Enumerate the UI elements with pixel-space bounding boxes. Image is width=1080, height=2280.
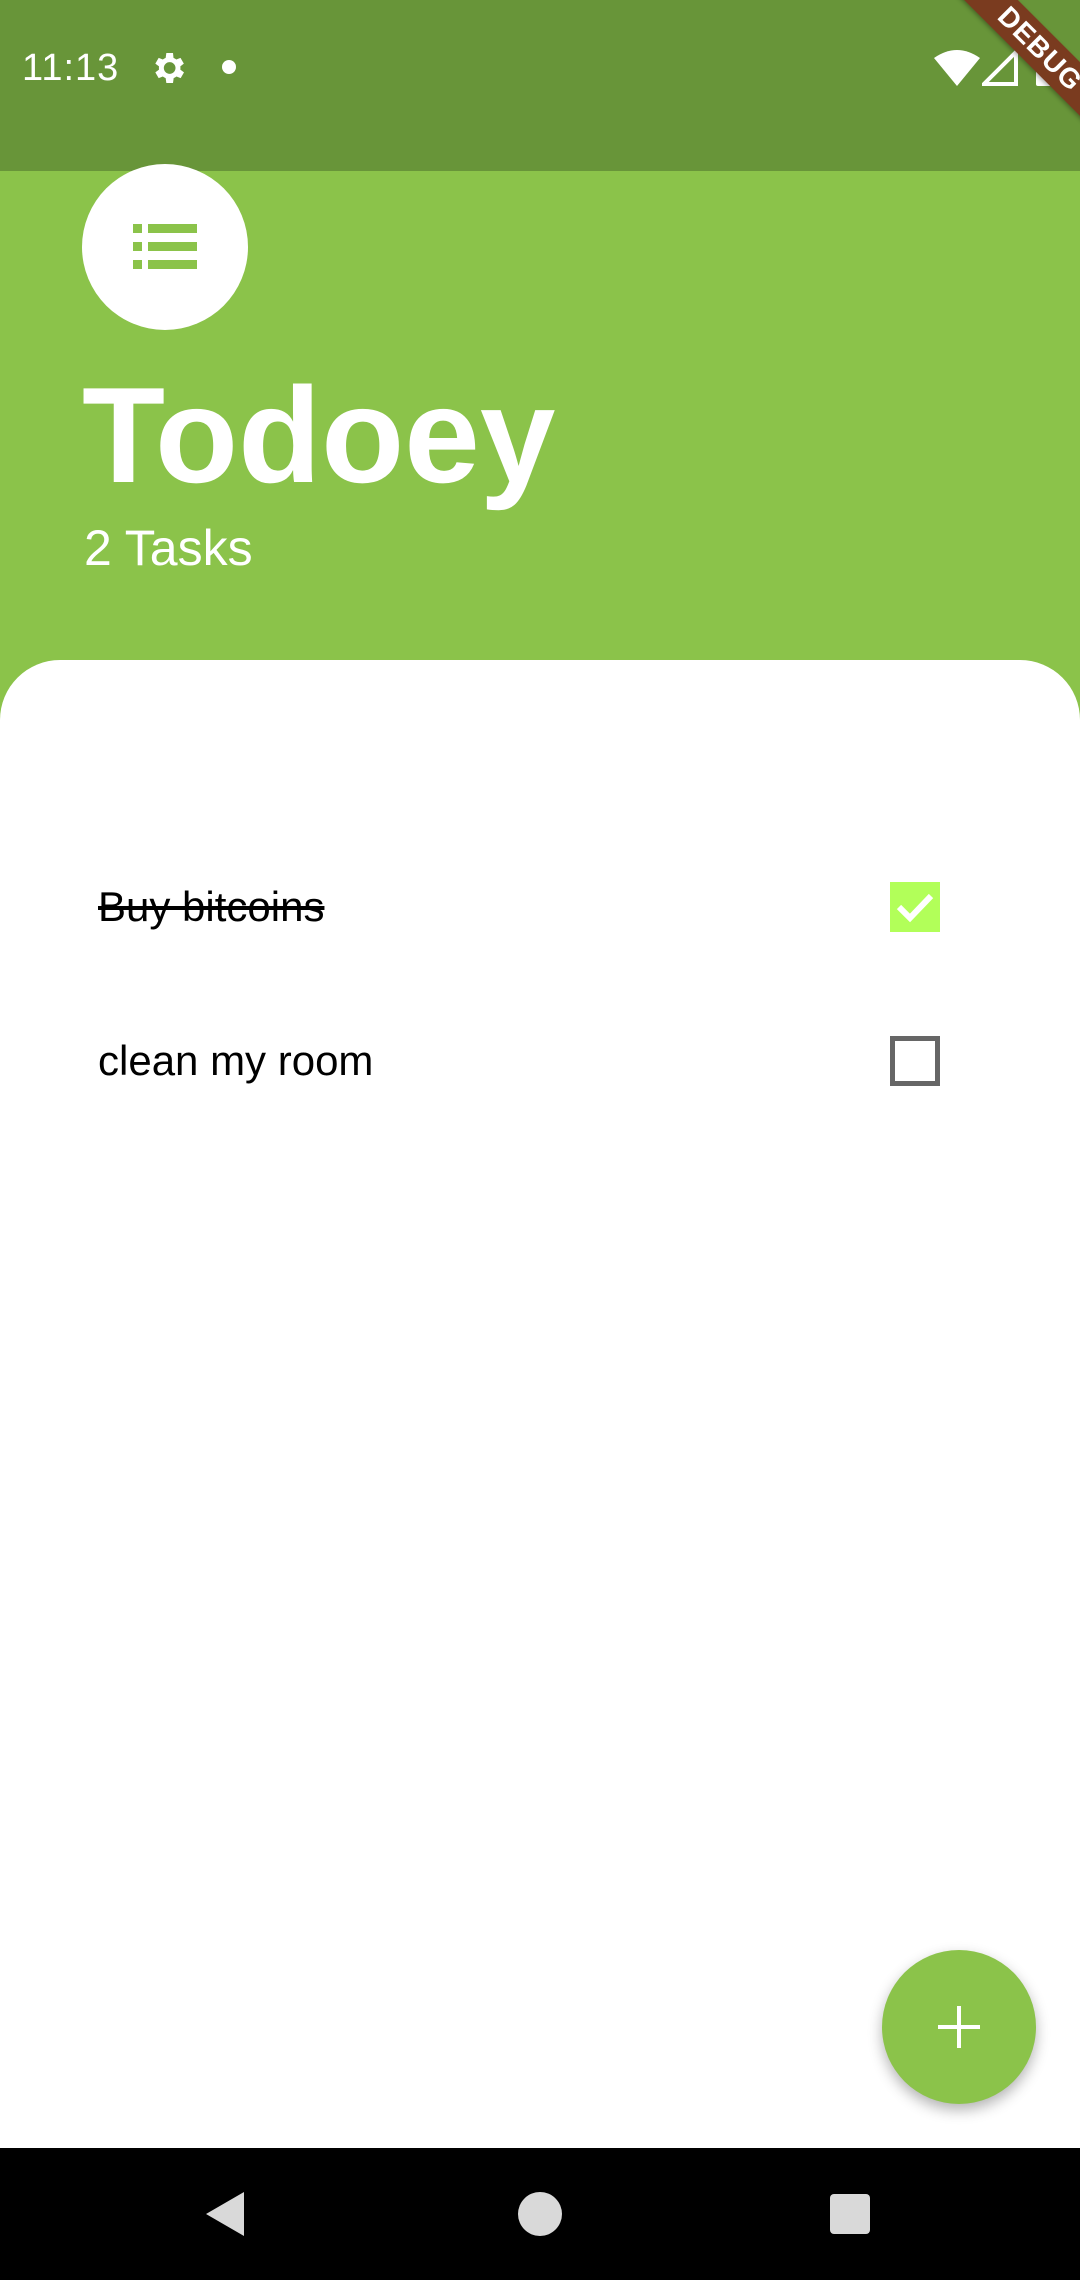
app-screen: 11:13 DEBUG Todoey 2 Tasks Buy bitcoins … <box>0 0 1080 2280</box>
task-item[interactable]: clean my room <box>98 1011 960 1111</box>
check-icon <box>896 893 934 923</box>
wifi-icon <box>934 50 980 86</box>
task-count: 2 Tasks <box>84 520 253 576</box>
recents-icon[interactable] <box>830 2194 870 2234</box>
task-checkbox[interactable] <box>890 1036 940 1086</box>
app-title: Todoey <box>82 359 556 511</box>
signal-icon <box>982 50 1018 86</box>
task-checkbox[interactable] <box>890 882 940 932</box>
task-item[interactable]: Buy bitcoins <box>98 857 960 957</box>
task-label: clean my room <box>98 1037 374 1084</box>
list-icon <box>133 224 197 269</box>
status-time: 11:13 <box>22 47 120 89</box>
gear-icon <box>155 53 184 83</box>
status-bar: 11:13 <box>0 0 1080 171</box>
plus-icon <box>938 2006 980 2048</box>
task-list-sheet: Buy bitcoins clean my room <box>0 660 1080 2148</box>
add-task-button[interactable] <box>882 1950 1036 2104</box>
system-nav-bar <box>0 2148 1080 2280</box>
notification-dot-icon <box>222 60 236 74</box>
list-avatar <box>82 164 248 330</box>
back-icon[interactable] <box>204 2190 248 2238</box>
task-label: Buy bitcoins <box>98 883 325 930</box>
home-icon[interactable] <box>518 2192 562 2236</box>
